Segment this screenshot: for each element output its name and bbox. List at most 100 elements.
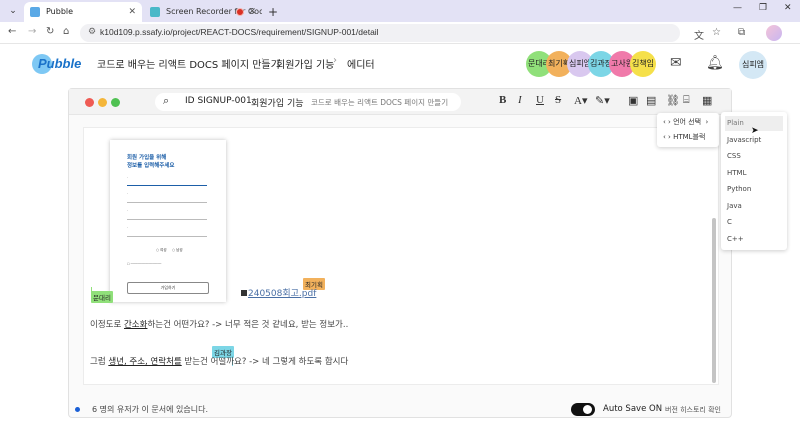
back-icon[interactable]: ← (8, 26, 16, 37)
chevron-right-icon: › (333, 55, 337, 66)
forward-icon[interactable]: → (28, 26, 36, 37)
mockup-radio-female: ○ 여성 (156, 248, 167, 252)
close-icon[interactable]: ✕ (248, 2, 256, 22)
code-block-icon[interactable]: ⌸ (683, 94, 690, 107)
attachment-link[interactable]: 240508회고.pdf (248, 289, 316, 299)
logo-text: Pubble (38, 56, 82, 71)
file-icon[interactable]: ▤ (646, 94, 656, 107)
language-option[interactable]: CSS (725, 149, 783, 164)
autosave-toggle[interactable] (571, 403, 595, 416)
text: 그럼 (90, 357, 109, 367)
mockup-radio-label: 남성 (176, 248, 183, 252)
cursor-label-mundaeri: 문대리 (91, 291, 113, 303)
new-tab-button[interactable]: + (268, 2, 278, 22)
app-header: Pubble 코드로 배우는 리액트 DOCS 페이지 만들기 › 회원가입 기… (0, 44, 800, 84)
signup-form-mockup-image[interactable]: 회원 가입을 위해 정보를 입력해주세요 · · · · ○ 여성 ○ 남성 ☐… (110, 140, 226, 302)
text: 하는건 어떤가요? -> 너무 적은 것 같네요, 받는 정보가.. (147, 320, 349, 330)
highlight-pen-icon[interactable]: ✎▾ (595, 94, 610, 107)
online-user-count: 6 명의 유저가 이 문서에 있습니다. (92, 405, 209, 414)
url-input[interactable]: ⚙ k10d109.p.ssafy.io/project/REACT-DOCS/… (80, 24, 680, 42)
mockup-signup-button: 가입하기 (127, 282, 209, 294)
recording-icon (236, 8, 244, 16)
bell-icon[interactable]: 🔔︎ (706, 55, 724, 71)
mockup-radio-label: 여성 (160, 248, 167, 252)
extensions-icon[interactable]: ⧉ (738, 27, 745, 38)
underlined-text: 간소화 (123, 320, 148, 330)
menu-item-language-select[interactable]: ‹ › 언어 선택 › (663, 117, 708, 127)
breadcrumb-project[interactable]: 코드로 배우는 리액트 DOCS 페이지 만들기 (97, 56, 280, 71)
mockup-label: · (127, 209, 129, 213)
reload-icon[interactable]: ↻ (46, 26, 54, 37)
window-close-icon[interactable]: ✕ (784, 3, 792, 13)
minimize-icon[interactable]: — (733, 3, 742, 13)
tab-search-icon[interactable]: ⌄ (6, 4, 20, 18)
minimize-dot-icon (98, 98, 107, 107)
url-text: k10d109.p.ssafy.io/project/REACT-DOCS/re… (100, 27, 379, 37)
chevron-right-icon: › (261, 55, 265, 66)
language-option[interactable]: C (725, 215, 783, 230)
address-bar-row: ← → ↻ ⌂ ⚙ k10d109.p.ssafy.io/project/REA… (0, 22, 800, 44)
browser-tab-pubble[interactable]: Pubble ✕ (24, 2, 142, 22)
image-icon[interactable]: ▣ (628, 94, 638, 107)
block-insert-menu: ‹ › 언어 선택 › ‹ › HTML블럭 (657, 113, 719, 147)
version-history-button[interactable]: 버전 히스토리 확인 (665, 405, 721, 415)
browser-tab-bar: ⌄ Pubble ✕ Screen Recorder for Google ✕ … (0, 0, 800, 22)
language-option[interactable]: Java (725, 199, 783, 214)
text: 받는건 어떨까요? -> 네 그렇게 하도록 합시다 (181, 357, 349, 367)
menu-item-html-block[interactable]: ‹ › HTML블럭 (663, 132, 705, 142)
editor-toolbar: ⌕ ID SIGNUP-001 회원가입 기능 코드로 배우는 리액트 DOCS… (69, 89, 731, 115)
underline-button[interactable]: U (536, 94, 544, 106)
menu-item-label: 언어 선택 (673, 118, 702, 126)
tab-title: Pubble (46, 7, 74, 16)
paragraph-2[interactable]: 그럼 생년, 주소, 연락처를 받는건 어떨까요? -> 네 그렇게 하도록 합… (90, 355, 348, 367)
search-icon[interactable]: ⌕ (163, 94, 169, 108)
mockup-field-line (127, 236, 207, 237)
project-name: 코드로 배우는 리액트 DOCS 페이지 만들기 (311, 98, 449, 107)
mockup-label: · (127, 192, 129, 196)
browser-profile-avatar[interactable] (766, 25, 782, 41)
user-avatar[interactable]: 김책임 (630, 51, 656, 77)
language-option[interactable]: C++ (725, 232, 783, 247)
home-icon[interactable]: ⌂ (63, 26, 69, 37)
language-option[interactable]: HTML (725, 166, 783, 181)
strikethrough-button[interactable]: S (555, 94, 561, 106)
breadcrumb-requirement[interactable]: 회원가입 기능 (276, 56, 334, 71)
bold-button[interactable]: B (499, 94, 506, 106)
browser-tab-recorder[interactable]: Screen Recorder for Google ✕ (144, 2, 262, 22)
italic-button[interactable]: I (518, 94, 522, 106)
document-name: 회원가입 기능 (251, 99, 304, 109)
bookmark-star-icon[interactable]: ☆ (712, 27, 721, 38)
mockup-agree-checkbox: ☐ ───────────────── (127, 262, 162, 266)
breadcrumb-editor[interactable]: 에디터 (347, 56, 375, 71)
editor-scrollbar[interactable] (712, 218, 716, 383)
table-icon[interactable]: ▦ (702, 94, 712, 107)
underlined-text: 생년, 주소, 연락처를 (108, 357, 182, 367)
document-title-box: ⌕ ID SIGNUP-001 회원가입 기능 코드로 배우는 리액트 DOCS… (155, 93, 461, 111)
restore-icon[interactable]: ❐ (759, 3, 767, 13)
close-dot-icon (85, 98, 94, 107)
text-color-icon[interactable]: A▾ (574, 94, 587, 107)
language-option[interactable]: Python (725, 182, 783, 197)
document-id: ID SIGNUP-001 (185, 96, 252, 106)
my-avatar[interactable]: 심피엠 (739, 51, 767, 79)
site-info-icon[interactable]: ⚙ (88, 27, 96, 37)
mockup-field-line (127, 219, 207, 220)
maximize-dot-icon (111, 98, 120, 107)
paragraph-1[interactable]: 이정도로 간소화하는건 어떤가요? -> 너무 적은 것 같네요, 받는 정보가… (90, 318, 348, 330)
close-icon[interactable]: ✕ (128, 2, 136, 22)
mockup-label: · (127, 176, 129, 180)
text: 이정도로 (90, 320, 124, 330)
mockup-radio-male: ○ 남성 (172, 248, 183, 252)
mockup-field-line (127, 202, 207, 203)
editor-status-bar: 6 명의 유저가 이 문서에 있습니다. Auto Save ON 버전 히스토… (68, 400, 732, 420)
mouse-pointer-icon: ➤ (751, 126, 759, 136)
link-icon[interactable]: ⛓ (666, 94, 680, 107)
file-icon (241, 290, 247, 296)
autosave-label: Auto Save ON (603, 404, 663, 414)
translate-icon[interactable]: 文 (694, 27, 704, 42)
pubble-logo[interactable]: Pubble (32, 50, 82, 78)
mail-icon[interactable]: ✉ (670, 55, 682, 71)
online-indicator-icon (75, 407, 80, 412)
recorder-favicon-icon (150, 7, 160, 17)
attachment[interactable]: 240508회고.pdf (241, 286, 316, 299)
